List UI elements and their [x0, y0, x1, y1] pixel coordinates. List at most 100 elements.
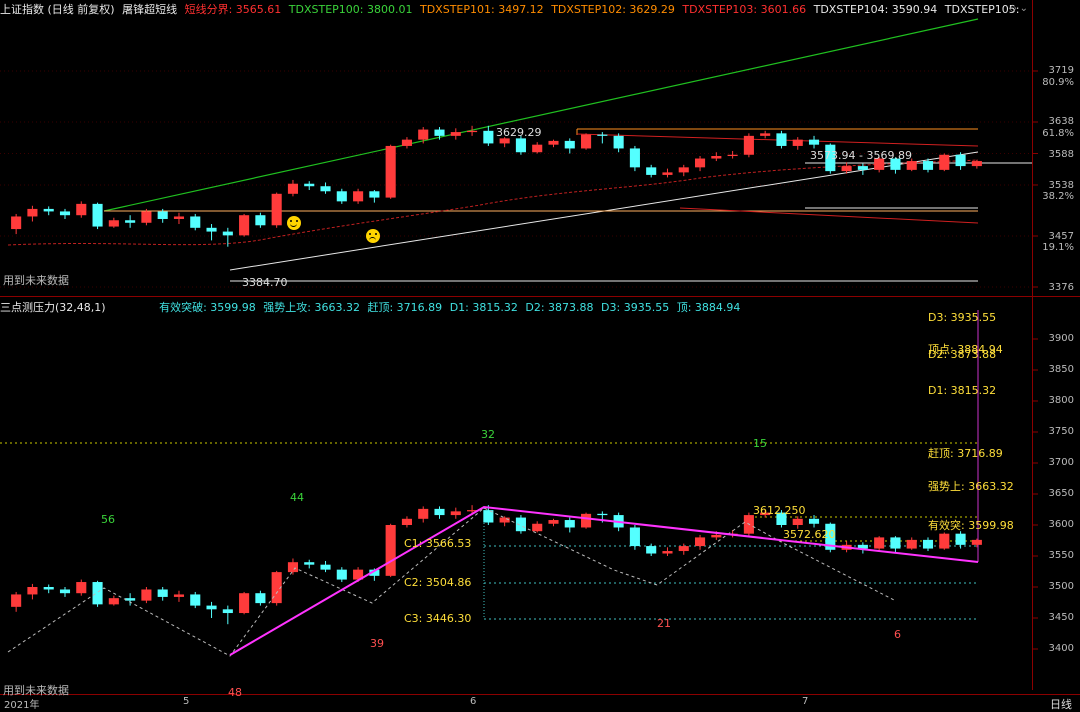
- candle-body: [353, 191, 364, 202]
- candle-body: [418, 129, 429, 140]
- candle-body: [76, 582, 87, 594]
- top-indicator-header: 上证指数 (日线 前复权) 屠锋超短线 短线分界: 3565.61 TDXSTE…: [0, 1, 1020, 19]
- level-label-top-chase: 赶顶: 3716.89: [928, 447, 1003, 460]
- level-label-d3: D3: 3935.55: [928, 311, 997, 324]
- candle-body: [597, 134, 608, 136]
- candle-body: [694, 537, 706, 547]
- candle-body: [548, 520, 559, 524]
- candle-body: [564, 140, 575, 149]
- candle-body: [336, 191, 347, 202]
- candle-body: [239, 593, 250, 614]
- candle-body: [385, 525, 396, 576]
- candle-body: [76, 203, 87, 216]
- candle-body: [255, 593, 266, 604]
- candle-body: [890, 537, 901, 549]
- candle-body: [694, 158, 706, 168]
- price-tick: 3500: [1048, 581, 1074, 592]
- candle-body: [320, 564, 331, 570]
- candle-body: [678, 167, 689, 173]
- candle-body: [532, 144, 543, 153]
- candle-body: [971, 539, 982, 545]
- candle-body: [581, 513, 592, 528]
- pct-tick: 80.9%: [1042, 77, 1074, 88]
- candle-body: [467, 130, 478, 133]
- level-label-breakout: 有效突: 3599.98: [928, 519, 1014, 532]
- peak-price-label: 3629.29: [496, 126, 542, 139]
- sub-indicator-value: D1: 3815.32: [449, 301, 518, 314]
- candle-body: [92, 582, 103, 605]
- candle-body: [874, 537, 885, 549]
- smile-icon: [287, 216, 301, 230]
- candle-body: [776, 133, 787, 146]
- period-selector[interactable]: 日线: [1050, 696, 1072, 712]
- price-tick: 3550: [1048, 550, 1074, 561]
- candle-body: [27, 208, 38, 217]
- candle-body: [939, 154, 950, 170]
- candle-body: [662, 551, 673, 554]
- candle-body: [564, 520, 575, 528]
- candle-body: [304, 183, 315, 187]
- indicator-value: TDXSTEP103: 3601.66: [682, 3, 807, 16]
- candle-body: [808, 518, 820, 524]
- price-tick: 3376: [1048, 282, 1074, 293]
- candle-body: [173, 216, 185, 219]
- price-tick: 3538: [1048, 180, 1074, 191]
- candle-body: [548, 140, 559, 145]
- candle-body: [108, 598, 119, 605]
- candle-body: [206, 605, 217, 610]
- header-icons: ◇ ⌄: [1009, 3, 1028, 14]
- candle-body: [792, 139, 803, 146]
- sub-indicator-title[interactable]: 三点测压力(32,48,1): [0, 301, 106, 314]
- candle-body: [401, 518, 412, 525]
- count-label: 44: [290, 491, 304, 504]
- price-tick: 3750: [1048, 426, 1074, 437]
- candle-body: [792, 518, 803, 525]
- candle-body: [662, 172, 673, 175]
- indicator-name[interactable]: 屠锋超短线: [122, 3, 177, 16]
- diamond-icon[interactable]: ◇: [1009, 3, 1017, 14]
- future-data-note: 用到未来数据: [3, 274, 69, 287]
- candle-body: [922, 161, 934, 170]
- chart-canvas[interactable]: [0, 0, 1080, 712]
- candle-body: [222, 609, 233, 614]
- sub-indicator-value: D3: 3935.55: [601, 301, 670, 314]
- c3-label: C3: 3446.30: [404, 612, 472, 625]
- moving-average-line: [7, 159, 979, 246]
- range-label: 3573.94 - 3569.89: [810, 149, 912, 162]
- chart-title[interactable]: 上证指数 (日线 前复权): [0, 3, 115, 16]
- candle-body: [906, 539, 917, 549]
- panel-separator: [0, 296, 1080, 297]
- indicator-value: TDXSTEP102: 3629.29: [551, 3, 675, 16]
- support-line-red: [679, 207, 979, 224]
- candle-body: [385, 145, 396, 198]
- candle-body: [190, 594, 201, 606]
- sub-indicator-value: 强势上攻: 3663.32: [263, 301, 360, 314]
- candle-body: [125, 220, 136, 223]
- date-axis: 2021年 5 6 7: [0, 696, 1080, 712]
- sub-indicator-value: D2: 3873.88: [525, 301, 594, 314]
- price-tick: 3457: [1048, 231, 1074, 242]
- price-tick: 3719: [1048, 65, 1074, 76]
- candle-body: [418, 508, 429, 519]
- level-label-strong: 强势上: 3663.32: [928, 480, 1014, 493]
- sub-indicator-header: 三点测压力(32,48,1) 有效突破: 3599.98 强势上攻: 3663.…: [0, 299, 744, 317]
- candle-body: [157, 589, 168, 597]
- candle-body: [581, 134, 592, 149]
- candle-body: [255, 215, 266, 226]
- candle-body: [971, 161, 982, 167]
- price-tick: 3450: [1048, 612, 1074, 623]
- candle-body: [304, 562, 315, 565]
- candle-body: [841, 166, 852, 172]
- price-tick: 3638: [1048, 116, 1074, 127]
- candle-body: [59, 589, 71, 594]
- price-tick: 3650: [1048, 488, 1074, 499]
- candle-body: [678, 546, 689, 552]
- chevron-icon[interactable]: ⌄: [1020, 3, 1028, 14]
- pct-tick: 19.1%: [1042, 242, 1074, 253]
- candle-body: [320, 186, 331, 192]
- candle-body: [125, 598, 136, 601]
- candle-body: [646, 167, 657, 175]
- candle-body: [646, 546, 657, 554]
- candle-body: [369, 191, 380, 198]
- c2-label: C2: 3504.86: [404, 576, 472, 589]
